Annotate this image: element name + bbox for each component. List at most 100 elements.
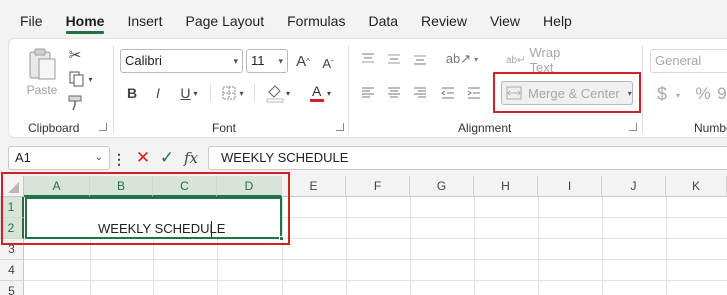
number-format-select[interactable]: General	[650, 49, 727, 73]
paste-button[interactable]: Paste	[22, 44, 62, 100]
bold-button[interactable]: B	[124, 83, 140, 103]
gridline	[282, 238, 727, 239]
chevron-down-icon: ▾	[326, 88, 331, 98]
increase-font-size-icon[interactable]: A ^	[293, 50, 313, 72]
selection-highlight	[1, 172, 290, 245]
cut-icon[interactable]: ✂	[66, 46, 84, 64]
gridline	[24, 259, 727, 260]
column-header-i[interactable]: I	[538, 176, 602, 197]
chevron-down-icon: ▾	[278, 56, 283, 66]
orientation-icon[interactable]: ab↗ ▾	[440, 48, 484, 70]
formula-input[interactable]: WEEKLY SCHEDULE	[208, 146, 727, 170]
divider	[210, 84, 211, 102]
gridline	[666, 197, 667, 295]
format-painter-icon[interactable]	[66, 94, 84, 112]
tab-home[interactable]: Home	[65, 0, 104, 38]
underline-label: U	[180, 85, 191, 101]
font-size-value: 11	[251, 53, 265, 68]
wrap-text-button[interactable]: ab↵ Wrap Text	[506, 45, 586, 75]
alignment-launcher-icon[interactable]	[629, 123, 637, 131]
align-left-icon[interactable]	[360, 86, 376, 100]
tab-help[interactable]: Help	[543, 0, 572, 38]
chevron-down-icon: ▾	[285, 88, 290, 98]
column-header-f[interactable]: F	[346, 176, 410, 197]
divider	[642, 46, 643, 134]
font-name-select[interactable]: Calibri ▾	[120, 49, 243, 73]
tab-page-layout[interactable]: Page Layout	[185, 0, 264, 38]
fill-color-icon[interactable]: ▾	[262, 82, 294, 104]
gridline	[217, 239, 218, 295]
wrap-text-label: Wrap Text	[529, 45, 561, 75]
align-right-icon[interactable]	[412, 86, 428, 100]
tab-insert[interactable]: Insert	[127, 0, 162, 38]
column-header-g[interactable]: G	[410, 176, 474, 197]
divider	[254, 84, 255, 102]
tab-data[interactable]: Data	[368, 0, 398, 38]
name-box-value: A1	[15, 150, 31, 165]
name-box[interactable]: A1 ⌄	[8, 146, 110, 170]
decrease-font-size-icon[interactable]: Aˇ	[318, 52, 338, 74]
currency-icon[interactable]: $	[654, 84, 670, 104]
percent-icon[interactable]: %	[694, 84, 712, 104]
gridline	[24, 280, 727, 281]
gridline	[602, 197, 603, 295]
gridline	[474, 197, 475, 295]
fx-label: fx	[183, 149, 198, 167]
chevron-down-icon: ▾	[193, 88, 198, 98]
row-header-5[interactable]: 5	[0, 281, 24, 295]
merge-center-highlight	[493, 72, 641, 113]
tab-review[interactable]: Review	[421, 0, 467, 38]
gridline	[90, 239, 91, 295]
tab-view[interactable]: View	[490, 0, 520, 38]
insert-function-icon[interactable]: fx	[181, 148, 201, 168]
more-options-icon[interactable]: ⋮	[112, 150, 126, 168]
font-launcher-icon[interactable]	[336, 123, 344, 131]
gridline	[282, 217, 727, 218]
paste-icon	[29, 48, 56, 80]
borders-icon[interactable]: ▾	[218, 83, 248, 103]
orientation-glyph: ab↗	[445, 51, 472, 66]
tab-formulas[interactable]: Formulas	[287, 0, 345, 38]
increase-indent-icon[interactable]	[466, 86, 482, 100]
gridline	[538, 197, 539, 295]
underline-button[interactable]: U ▾	[175, 83, 203, 103]
row-header-4[interactable]: 4	[0, 260, 24, 281]
font-name-value: Calibri	[125, 53, 162, 68]
chevron-down-icon: ⌄	[94, 152, 103, 163]
chevron-down-icon: ▾	[233, 56, 238, 66]
chevron-down-icon: ▾	[239, 88, 244, 98]
italic-button[interactable]: I	[150, 83, 166, 103]
gridline	[153, 239, 154, 295]
chevron-down-icon[interactable]: ▾	[674, 86, 682, 104]
clipboard-group-label: Clipboard	[28, 121, 80, 135]
gridline	[410, 197, 411, 295]
clipboard-launcher-icon[interactable]	[99, 123, 107, 131]
chevron-down-icon: ▾	[88, 74, 93, 84]
number-group-label: Numbe	[694, 121, 727, 135]
paste-label: Paste	[26, 83, 58, 97]
gridline	[346, 197, 347, 295]
copy-icon[interactable]: ▾	[66, 70, 96, 88]
cancel-icon[interactable]: ✕	[134, 148, 152, 167]
chevron-down-icon: ▾	[474, 54, 479, 64]
column-header-j[interactable]: J	[602, 176, 666, 197]
middle-align-icon[interactable]	[386, 52, 402, 66]
tab-file[interactable]: File	[20, 0, 43, 38]
align-center-icon[interactable]	[386, 86, 402, 100]
comma-style-icon[interactable]: 9	[716, 84, 727, 104]
top-align-icon[interactable]	[360, 52, 376, 66]
column-header-e[interactable]: E	[282, 176, 346, 197]
font-color-icon[interactable]: A ▾	[304, 82, 336, 104]
wrap-text-icon: ab↵	[506, 54, 526, 66]
font-size-select[interactable]: 11 ▾	[246, 49, 288, 73]
divider	[113, 46, 114, 134]
bottom-align-icon[interactable]	[412, 52, 428, 66]
svg-text:A: A	[312, 83, 322, 99]
column-header-h[interactable]: H	[474, 176, 538, 197]
font-group-label: Font	[212, 121, 237, 135]
menu-bar: File Home Insert Page Layout Formulas Da…	[0, 0, 727, 38]
decrease-indent-icon[interactable]	[440, 86, 456, 100]
enter-icon[interactable]: ✓	[158, 148, 176, 167]
alignment-group-label: Alignment	[458, 121, 512, 135]
column-header-k[interactable]: K	[666, 176, 727, 197]
